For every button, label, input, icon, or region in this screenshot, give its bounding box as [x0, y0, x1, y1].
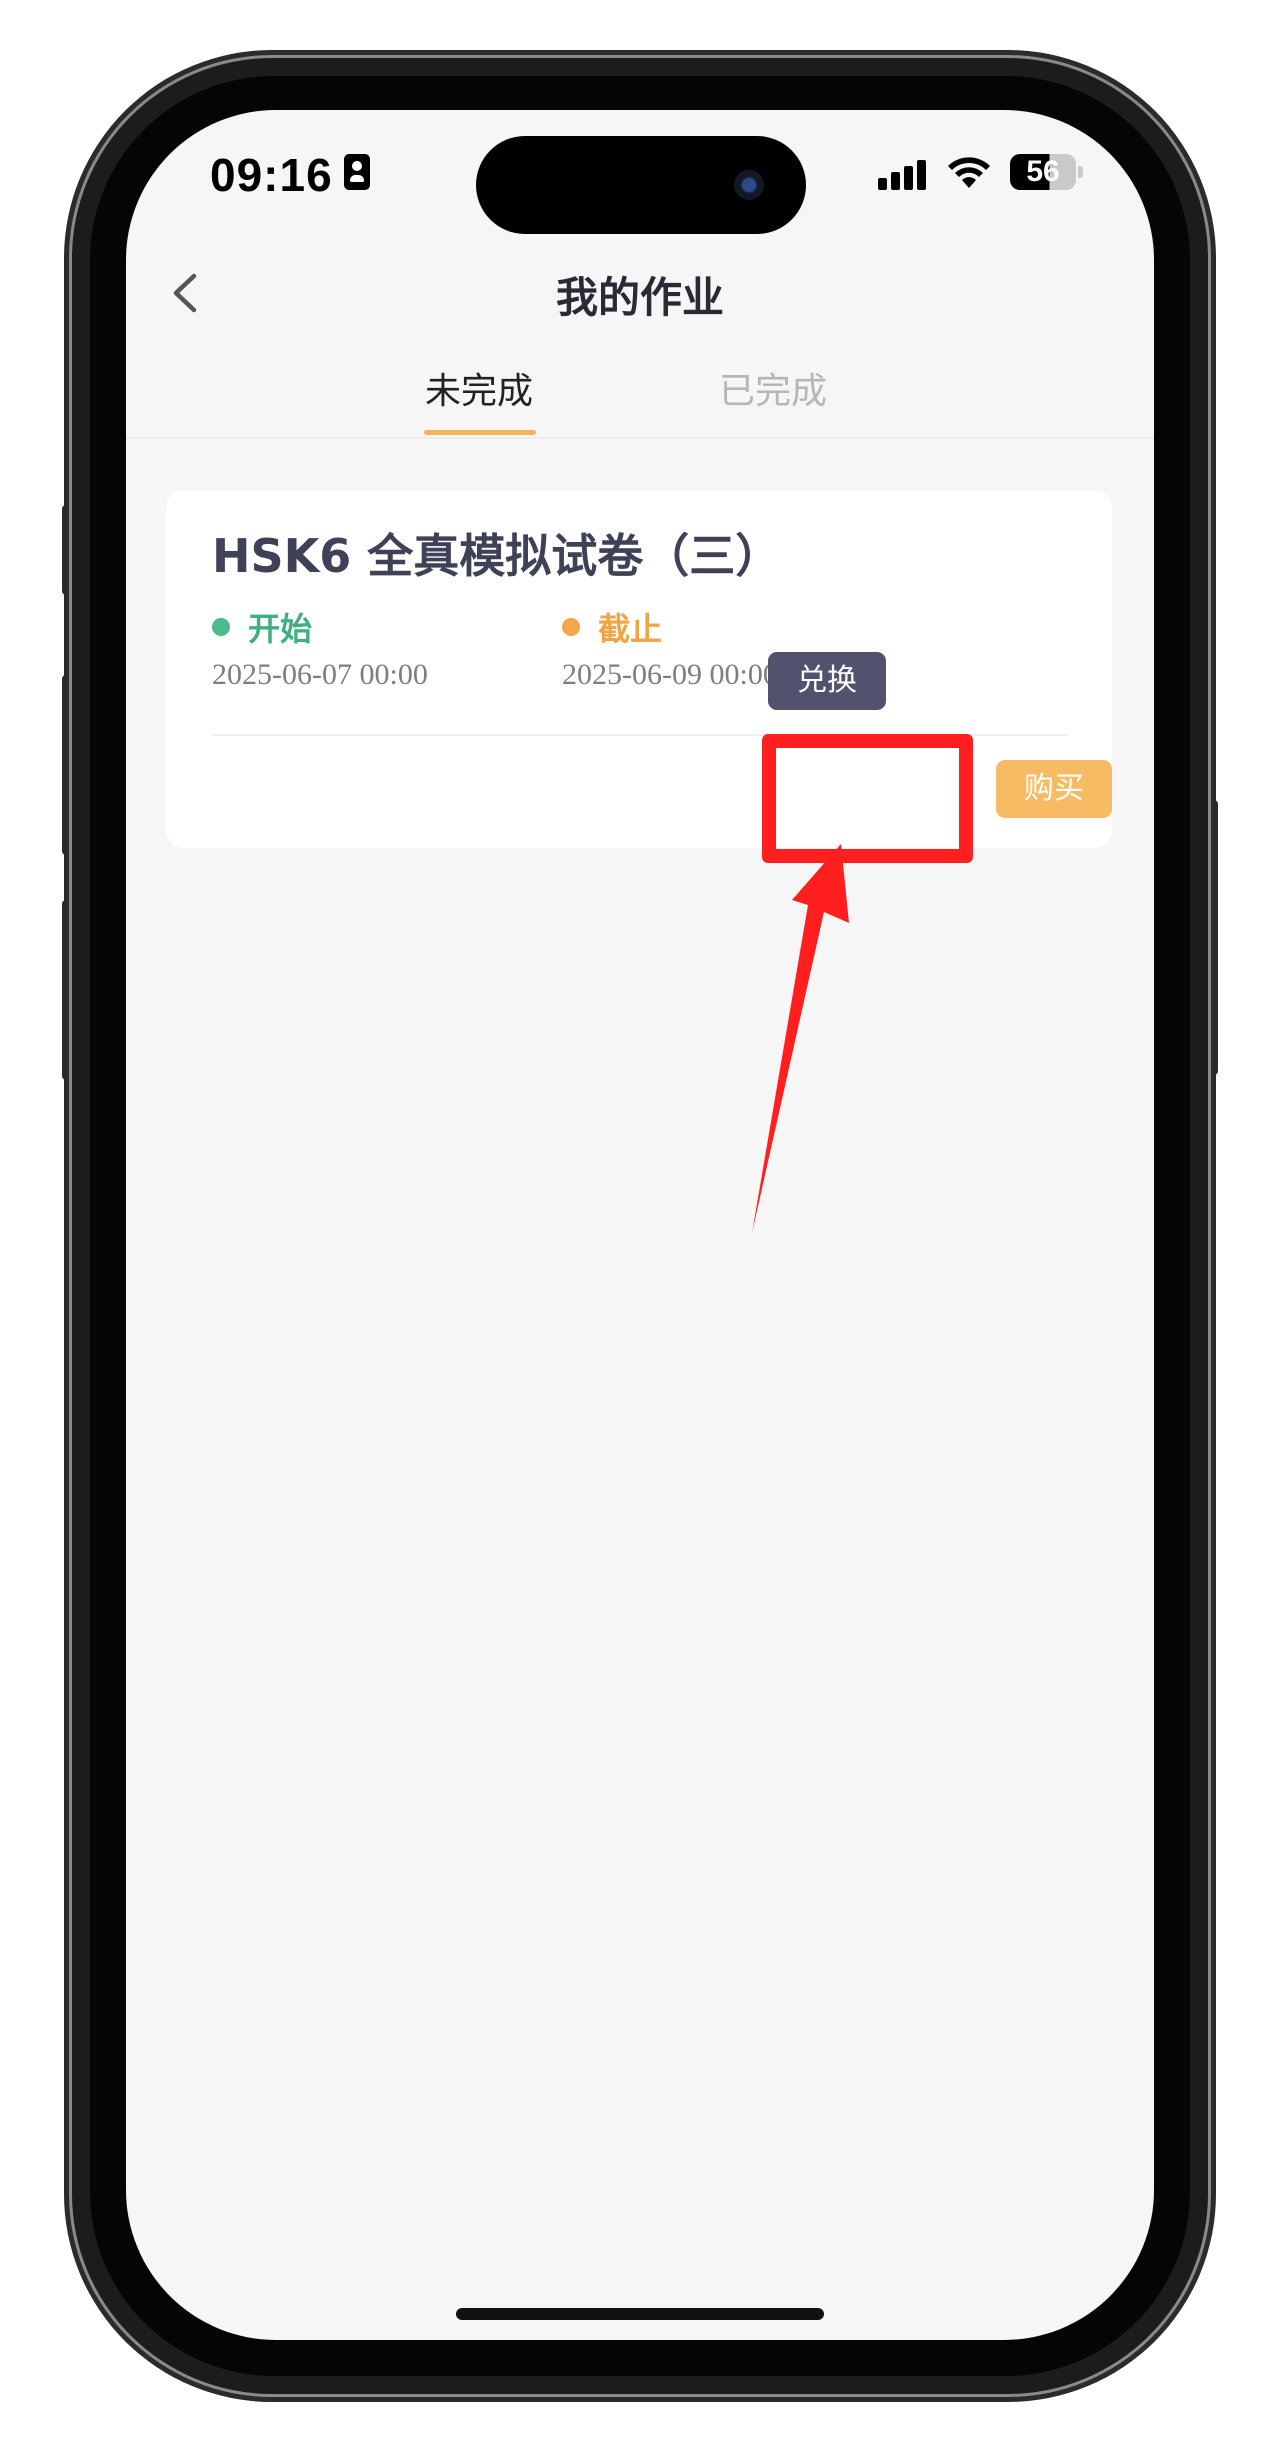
active-tab-indicator: [424, 430, 536, 435]
homework-title: HSK6 全真模拟试卷（三）: [212, 529, 782, 583]
annotation-highlight-box: [762, 734, 973, 863]
start-dot-icon: [212, 618, 230, 636]
volume-up-button: [62, 675, 72, 855]
start-label: 开始: [248, 610, 313, 648]
page-title: 我的作业: [555, 273, 724, 322]
power-button: [1208, 800, 1218, 1075]
tabs-divider: [126, 437, 1154, 439]
start-date: 2025-06-07 00:00: [212, 658, 428, 691]
home-indicator[interactable]: [456, 2308, 824, 2320]
deadline-dot-icon: [562, 618, 580, 636]
volume-down-button: [62, 900, 72, 1080]
deadline-label: 截止: [598, 610, 663, 648]
dynamic-island: [476, 136, 806, 234]
contact-card-icon: [344, 154, 370, 190]
wifi-icon: [948, 157, 990, 188]
camera-icon: [734, 170, 764, 200]
tab-completed[interactable]: 已完成: [706, 362, 840, 414]
battery-icon: 56: [1010, 154, 1076, 190]
tab-incomplete[interactable]: 未完成: [412, 362, 546, 414]
action-button: [62, 505, 72, 595]
battery-cap: [1078, 166, 1083, 178]
deadline-date: 2025-06-09 00:00: [562, 658, 778, 691]
redeem-button[interactable]: 兑换: [768, 652, 886, 710]
buy-button[interactable]: 购买: [996, 760, 1112, 818]
status-time: 09:16: [210, 149, 333, 201]
phone-screen: 09:16 56 我的作业 未完成 已完成 HSK6 全真模拟试卷（三） 开始 …: [126, 110, 1154, 2340]
cellular-signal-icon: [878, 160, 928, 190]
